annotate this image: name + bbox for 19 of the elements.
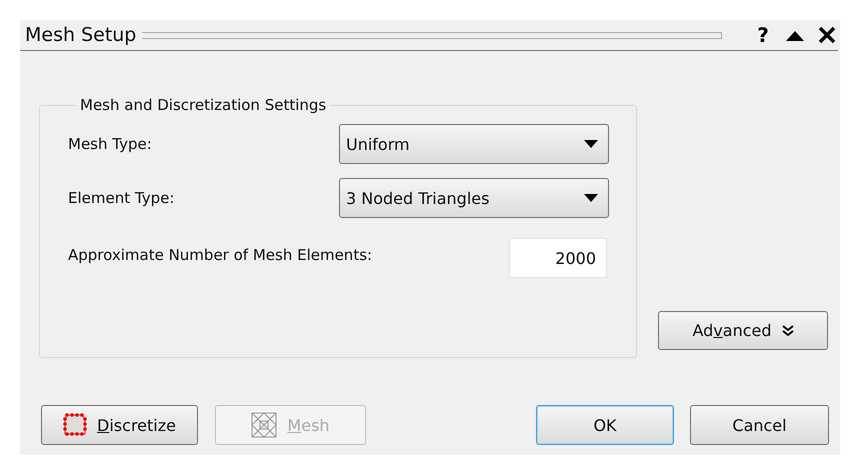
dialog-button[interactable]: Cancel	[690, 405, 829, 445]
dropdown[interactable]: 3 Noded Triangles	[339, 178, 609, 218]
input-field[interactable]: 2000	[509, 238, 607, 278]
group-title: Mesh and Discretization Settings	[79, 96, 328, 114]
mesh-icon	[251, 412, 278, 438]
dropdown-arrow-icon	[584, 194, 598, 202]
field-label: Mesh Type:	[68, 135, 152, 153]
window-title: Mesh Setup	[25, 24, 136, 46]
discretize-button[interactable]: Discretize	[41, 405, 198, 445]
dropdown[interactable]: Uniform	[339, 124, 609, 164]
dropdown-arrow-icon	[584, 140, 598, 148]
field-label: Approximate Number of Mesh Elements:	[68, 246, 372, 264]
help-button[interactable]: ?	[752, 24, 774, 46]
close-button[interactable]	[816, 24, 838, 46]
field-label: Element Type:	[68, 189, 174, 207]
double-chevron-icon	[782, 324, 794, 336]
advanced-button[interactable]: Advanced	[658, 311, 828, 350]
dialog-button[interactable]: OK	[536, 405, 674, 445]
discretize-icon	[63, 412, 88, 438]
